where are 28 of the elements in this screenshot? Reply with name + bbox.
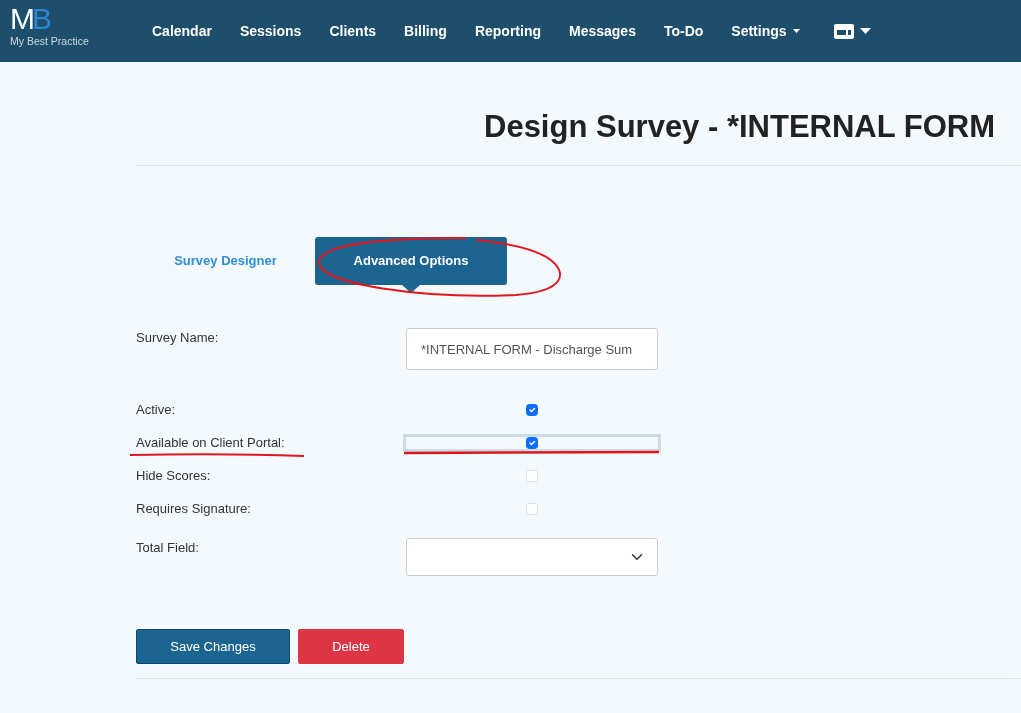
nav-link[interactable]: Calendar [152,20,212,42]
nav-link[interactable]: Sessions [239,20,302,42]
nav-link[interactable]: Clients [329,20,377,42]
nav-link[interactable]: Reporting [474,20,541,42]
checkbox[interactable] [526,404,538,416]
field-label: Hide Scores: [136,467,212,486]
id-card-icon [833,23,854,39]
total-field-select[interactable] [406,538,658,576]
nav-link[interactable]: Messages [569,20,636,42]
nav-link[interactable]: Settings [731,20,800,42]
tab-pointer-icon [402,285,420,293]
field-label: Available on Client Portal: [136,434,286,453]
field-label: Active: [136,401,176,420]
field-label: Survey Name: [136,329,220,347]
nav-link[interactable]: Billing [404,20,447,42]
logo-monogram: MB [10,4,49,35]
nav-link[interactable]: To-Do [663,20,704,42]
save-button[interactable]: Save Changes [136,629,290,664]
field-label: Requires Signature: [136,500,252,519]
tab[interactable]: Advanced Options [315,237,507,285]
logo-tagline: My Best Practice [10,34,89,50]
field-label: Total Field: [136,539,200,557]
account-menu-button[interactable] [833,23,871,39]
checkbox[interactable] [526,437,538,449]
delete-button[interactable]: Delete [298,629,404,664]
caret-icon [859,28,871,34]
survey-name-field[interactable]: *INTERNAL FORM - Discharge Sum [406,328,658,370]
page-title: Design Survey - *INTERNAL FORM [484,108,996,146]
